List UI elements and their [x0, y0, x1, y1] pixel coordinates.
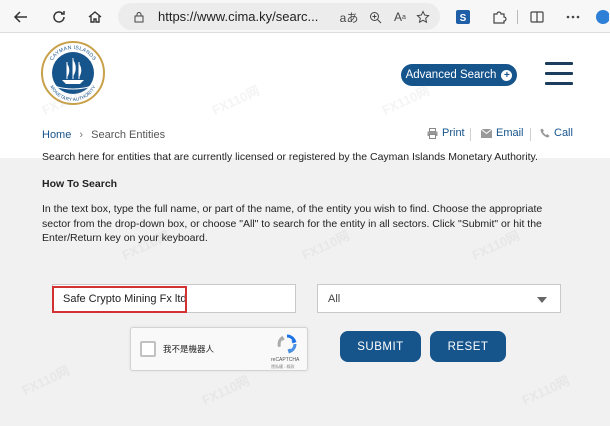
call-link[interactable]: Call	[540, 127, 573, 139]
breadcrumb-current: Search Entities	[91, 129, 166, 141]
action-divider	[530, 128, 531, 141]
print-label: Print	[442, 127, 465, 139]
email-icon	[481, 128, 492, 138]
plus-icon: +	[501, 69, 513, 81]
split-screen-icon[interactable]	[524, 4, 550, 30]
recaptcha-widget: 我不是機器人 reCAPTCHA 隱私權 - 條款	[130, 327, 308, 371]
breadcrumb-separator: ›	[79, 129, 84, 141]
extension-icon[interactable]: S	[450, 4, 476, 30]
recaptcha-terms[interactable]: 隱私權 - 條款	[271, 364, 295, 370]
sector-selected-value: All	[328, 293, 341, 305]
favorite-star-icon[interactable]	[412, 6, 434, 28]
action-divider	[470, 128, 471, 141]
print-link[interactable]: Print	[427, 127, 465, 139]
profile-icon[interactable]	[592, 4, 610, 30]
breadcrumb-home-link[interactable]: Home	[42, 129, 71, 141]
back-arrow-icon[interactable]	[8, 4, 34, 30]
text-size-icon[interactable]: Aa	[389, 6, 411, 28]
highlight-box	[52, 286, 187, 313]
call-label: Call	[554, 127, 573, 139]
recaptcha-label: 我不是機器人	[163, 344, 215, 354]
url-text[interactable]: https://www.cima.ky/searc...	[158, 9, 318, 24]
recaptcha-brand: reCAPTCHA	[271, 357, 300, 363]
reset-button[interactable]: RESET	[430, 331, 506, 362]
zoom-icon[interactable]	[364, 6, 386, 28]
print-icon	[427, 127, 438, 139]
submit-button[interactable]: SUBMIT	[340, 331, 421, 362]
email-label: Email	[496, 127, 524, 139]
breadcrumb: Home › Search Entities	[42, 129, 165, 141]
more-icon[interactable]	[560, 4, 586, 30]
how-to-heading: How To Search	[42, 178, 118, 190]
home-icon[interactable]	[82, 4, 108, 30]
sector-select[interactable]: All	[317, 284, 561, 313]
intro-text: Search here for entities that are curren…	[42, 151, 538, 163]
refresh-icon[interactable]	[46, 4, 72, 30]
advanced-search-label: Advanced Search	[405, 69, 497, 81]
phone-icon	[540, 128, 550, 138]
browser-toolbar: https://www.cima.ky/searc... aあ Aa S	[0, 0, 610, 33]
caret-down-icon	[537, 297, 547, 303]
puzzle-icon[interactable]	[486, 4, 512, 30]
hamburger-icon[interactable]	[545, 62, 573, 86]
address-bar[interactable]: https://www.cima.ky/searc... aあ Aa	[118, 3, 440, 30]
lock-icon[interactable]	[128, 6, 150, 28]
read-aloud-icon[interactable]: aあ	[338, 6, 360, 28]
email-link[interactable]: Email	[481, 127, 524, 139]
recaptcha-icon	[277, 334, 297, 354]
toolbar-divider	[517, 10, 518, 24]
svg-text:S: S	[460, 13, 467, 24]
recaptcha-checkbox[interactable]	[140, 341, 156, 357]
